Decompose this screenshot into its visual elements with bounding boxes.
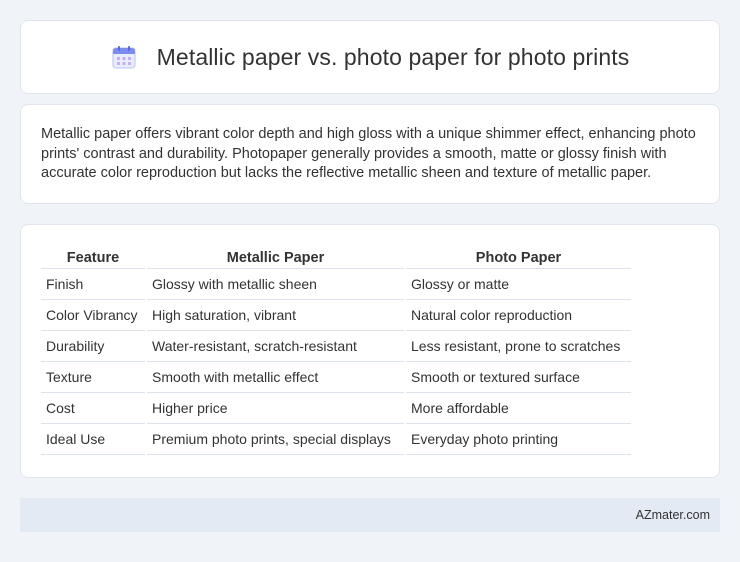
- table-row: Ideal Use Premium photo prints, special …: [41, 424, 631, 455]
- row-metallic: Higher price: [147, 393, 404, 424]
- page-title: Metallic paper vs. photo paper for photo…: [156, 43, 630, 70]
- comparison-table: Feature Metallic Paper Photo Paper Finis…: [39, 245, 633, 455]
- header-metallic-paper: Metallic Paper: [147, 245, 404, 269]
- header-photo-paper: Photo Paper: [406, 245, 631, 269]
- row-photo: Everyday photo printing: [406, 424, 631, 455]
- row-feature: Texture: [41, 362, 145, 393]
- row-metallic: Water-resistant, scratch-resistant: [147, 331, 404, 362]
- title-card: Metallic paper vs. photo paper for photo…: [20, 20, 720, 94]
- title-wrap: Metallic paper vs. photo paper for photo…: [111, 44, 630, 71]
- header-feature: Feature: [41, 245, 145, 269]
- row-photo: Less resistant, prone to scratches: [406, 331, 631, 362]
- table-row: Durability Water-resistant, scratch-resi…: [41, 331, 631, 362]
- row-photo: Natural color reproduction: [406, 300, 631, 331]
- table-row: Color Vibrancy High saturation, vibrant …: [41, 300, 631, 331]
- row-photo: Glossy or matte: [406, 269, 631, 300]
- comparison-card: Feature Metallic Paper Photo Paper Finis…: [20, 224, 720, 478]
- intro-paragraph: Metallic paper offers vibrant color dept…: [41, 126, 696, 181]
- table-row: Texture Smooth with metallic effect Smoo…: [41, 362, 631, 393]
- row-feature: Cost: [41, 393, 145, 424]
- row-feature: Color Vibrancy: [41, 300, 145, 331]
- row-photo: Smooth or textured surface: [406, 362, 631, 393]
- row-feature: Durability: [41, 331, 145, 362]
- table-header-row: Feature Metallic Paper Photo Paper: [41, 245, 631, 269]
- calendar-icon: [111, 44, 137, 70]
- intro-card: Metallic paper offers vibrant color dept…: [20, 104, 720, 204]
- row-metallic: Glossy with metallic sheen: [147, 269, 404, 300]
- row-metallic: High saturation, vibrant: [147, 300, 404, 331]
- row-metallic: Premium photo prints, special displays: [147, 424, 404, 455]
- row-feature: Ideal Use: [41, 424, 145, 455]
- table-row: Cost Higher price More affordable: [41, 393, 631, 424]
- table-row: Finish Glossy with metallic sheen Glossy…: [41, 269, 631, 300]
- footer-site-link[interactable]: AZmater.com: [636, 508, 710, 522]
- footer-bar: AZmater.com: [20, 498, 720, 532]
- row-feature: Finish: [41, 269, 145, 300]
- row-photo: More affordable: [406, 393, 631, 424]
- row-metallic: Smooth with metallic effect: [147, 362, 404, 393]
